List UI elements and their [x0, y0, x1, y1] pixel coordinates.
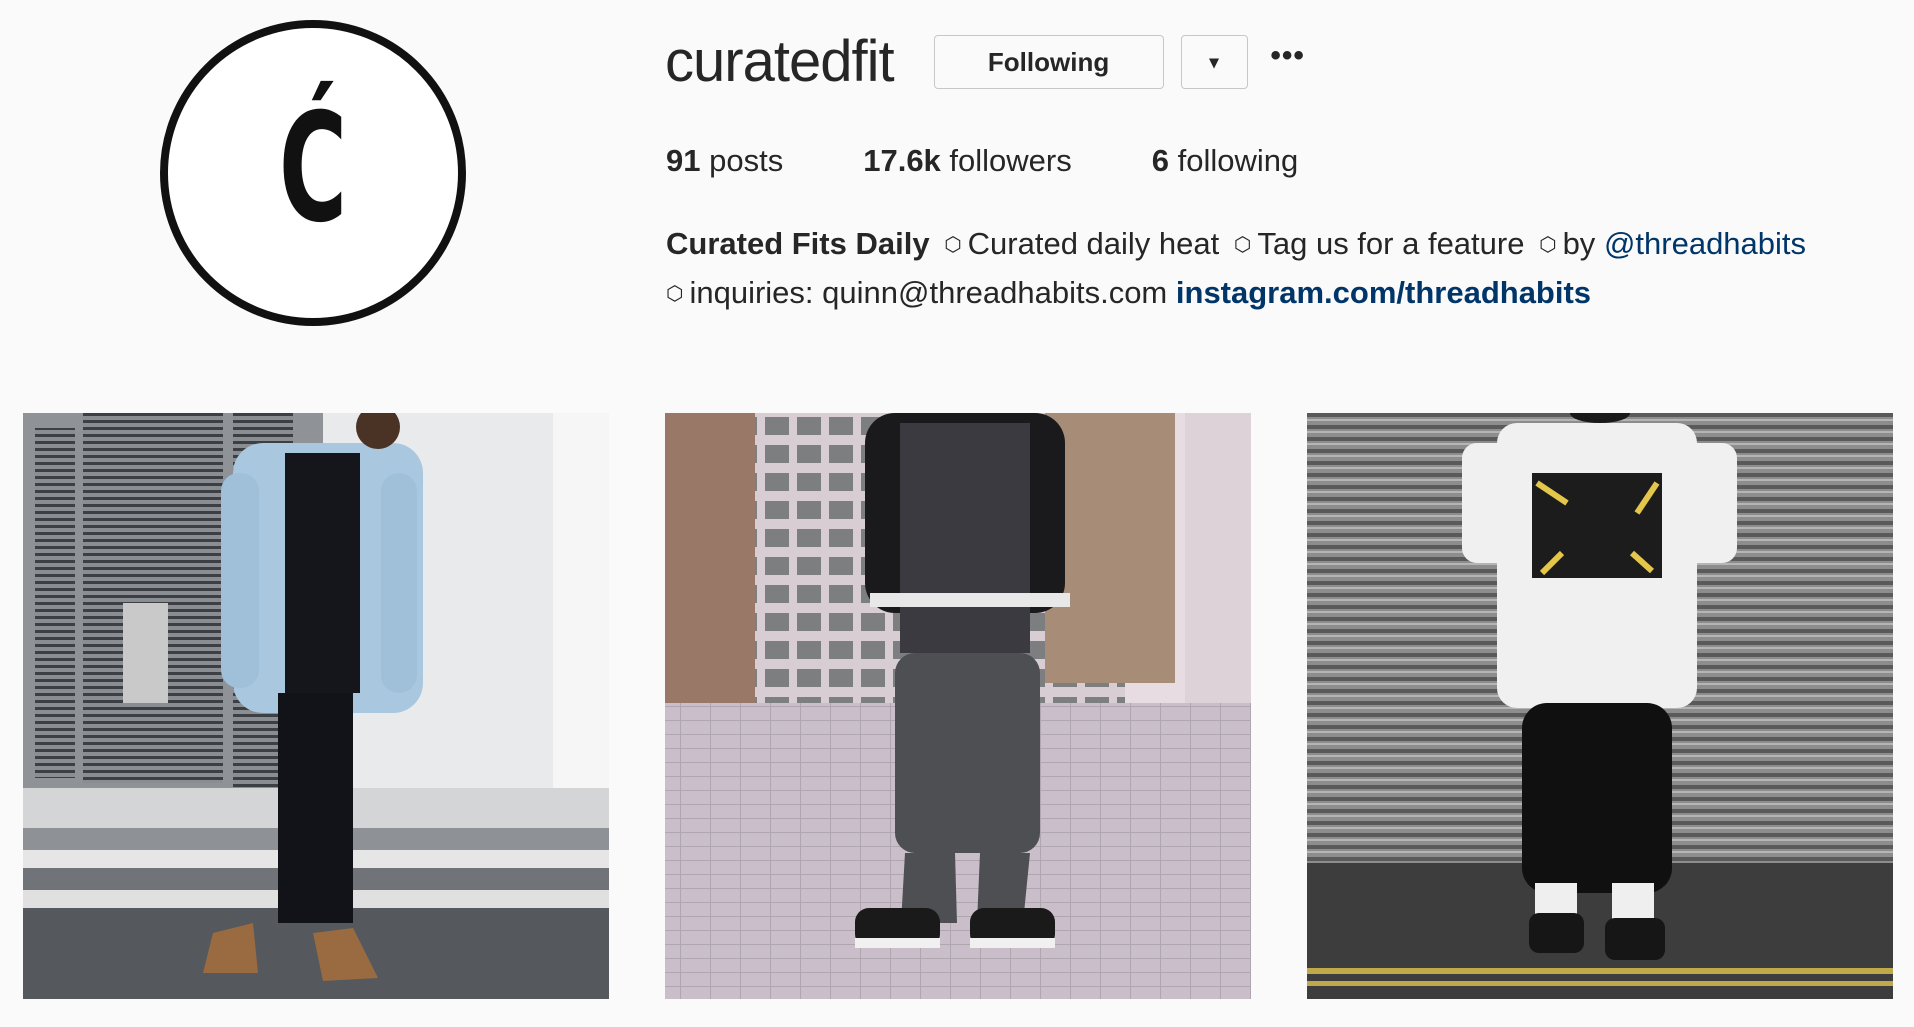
- profile-bio: Curated Fits Daily ⬡ Curated daily heat ⬡…: [666, 220, 1906, 318]
- more-options-icon: •••: [1270, 39, 1305, 72]
- hexagon-icon: ⬡: [1539, 234, 1557, 256]
- more-options-button[interactable]: •••: [1268, 39, 1308, 82]
- followers-count: 17.6k: [863, 143, 941, 178]
- followers-label: followers: [949, 143, 1072, 178]
- following-count: 6: [1151, 143, 1169, 178]
- profile-stats: 91 posts 17.6k followers 6 following: [666, 140, 1378, 182]
- following-button[interactable]: Following: [933, 35, 1164, 89]
- posts-stat: 91 posts: [666, 143, 783, 179]
- bio-line-2: ⬡ inquiries: quinn@threadhabits.com insta…: [666, 269, 1906, 318]
- suggestions-dropdown-button[interactable]: ▾: [1180, 35, 1248, 89]
- bio-line-1: Curated Fits Daily ⬡ Curated daily heat ⬡…: [666, 220, 1906, 269]
- followers-stat[interactable]: 17.6k followers: [863, 143, 1072, 179]
- bio-text: inquiries: quinn@threadhabits.com: [689, 275, 1168, 310]
- profile-page: Ć curatedfit Following ▾ ••• 91 posts 17…: [0, 0, 1914, 1027]
- post-thumbnail[interactable]: [1307, 413, 1893, 999]
- following-stat[interactable]: 6 following: [1152, 143, 1299, 179]
- post-image: [23, 413, 609, 999]
- username: curatedfit: [665, 29, 895, 94]
- post-thumbnail[interactable]: [23, 413, 609, 999]
- bio-name: Curated Fits Daily: [666, 226, 930, 261]
- post-thumbnail[interactable]: [665, 413, 1251, 999]
- bio-text: Curated daily heat: [967, 226, 1220, 261]
- bio-website-link[interactable]: instagram.com/threadhabits: [1176, 275, 1591, 310]
- post-image: [665, 413, 1251, 999]
- profile-header: curatedfit Following ▾ •••: [665, 30, 1308, 94]
- posts-count: 91: [666, 143, 701, 178]
- posts-label: posts: [709, 143, 784, 178]
- bio-mention-link[interactable]: @threadhabits: [1604, 226, 1806, 261]
- post-image: [1307, 413, 1893, 999]
- bio-text: by: [1562, 226, 1596, 261]
- hexagon-icon: ⬡: [1233, 234, 1252, 256]
- following-stat-label: following: [1177, 143, 1299, 178]
- avatar[interactable]: Ć: [160, 20, 466, 326]
- avatar-logo: Ć: [278, 82, 348, 256]
- bio-text: Tag us for a feature: [1257, 226, 1525, 261]
- hexagon-icon: ⬡: [666, 283, 684, 305]
- hexagon-icon: ⬡: [944, 234, 962, 256]
- chevron-down-icon: ▾: [1209, 51, 1219, 72]
